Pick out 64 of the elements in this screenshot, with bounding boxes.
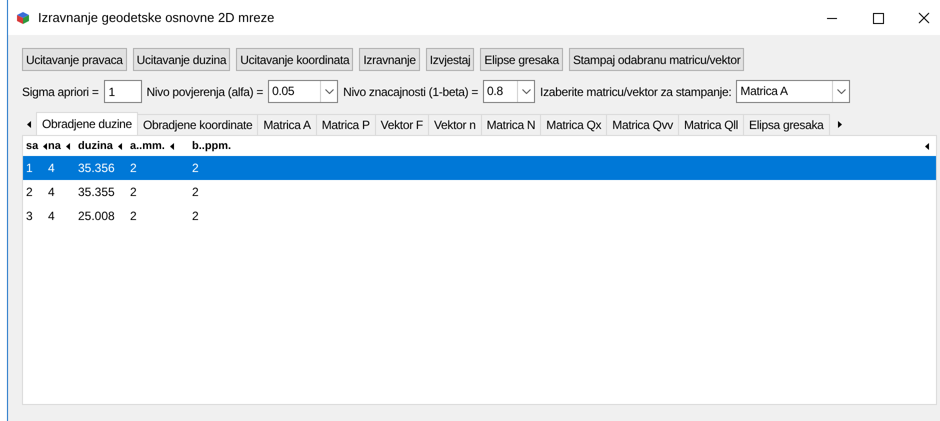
chevron-down-icon [836, 89, 846, 94]
table-cell-text: 4 [47, 160, 56, 177]
tab[interactable]: Obradjene koordinate [138, 114, 258, 135]
column-sort-icon[interactable] [170, 142, 174, 150]
table-cell-text: 4 [47, 208, 56, 225]
toolbar-button[interactable]: Ucitavanje pravaca [22, 48, 127, 71]
dropdown[interactable]: Matrica A [736, 80, 850, 103]
table-cell-text: 2 [191, 184, 200, 201]
dropdown-value: 0.8 [486, 83, 504, 100]
toolbar-button[interactable]: Elipse gresaka [480, 48, 563, 71]
tab[interactable]: Obradjene duzine [36, 112, 138, 135]
tab[interactable]: Matrica Qvv [607, 114, 679, 135]
tab[interactable]: Matrica Qll [678, 114, 744, 135]
app-icon [16, 10, 30, 24]
table-cell-text: 1 [25, 160, 34, 177]
tab[interactable]: Matrica A [258, 114, 317, 135]
dropdown-value: 0.05 [271, 83, 296, 100]
parameter-label: Izaberite matricu/vektor za stampanje: [540, 84, 732, 100]
table-row[interactable]: 3 4 25.008 2 2 [23, 204, 936, 228]
column-header[interactable]: a..mm. [130, 138, 165, 154]
table-cell-text: 2 [129, 208, 138, 225]
column-scroll-icon[interactable] [925, 142, 929, 150]
parameter-label: Nivo znacajnosti (1-beta) = [343, 84, 478, 100]
table-row[interactable]: 1 4 35.356 2 2 [23, 156, 936, 180]
tab[interactable]: Vektor n [428, 114, 482, 135]
table-cell-text: 3 [25, 208, 34, 225]
table-cell-text: 4 [47, 184, 56, 201]
scroll-right-icon[interactable] [838, 121, 842, 128]
column-header[interactable]: b..ppm. [192, 138, 232, 154]
column-sort-icon[interactable] [118, 142, 122, 150]
column-sort-icon[interactable] [66, 142, 70, 150]
dropdown[interactable]: 0.8 [483, 80, 536, 103]
tab[interactable]: Matrica P [316, 114, 376, 135]
column-header[interactable]: duzina [78, 138, 113, 154]
dropdown-value: Matrica A [739, 83, 789, 100]
table-cell-text: 35.355 [77, 184, 116, 201]
toolbar-button[interactable]: Ucitavanje duzina [132, 48, 230, 71]
toolbar-button[interactable]: Izravnanje [359, 48, 420, 71]
table-cell-text: 2 [25, 184, 34, 201]
column-sort-icon[interactable] [43, 142, 48, 150]
parameter-label: Sigma apriori = [22, 84, 99, 100]
table-cell-text: 2 [191, 208, 200, 225]
toolbar-button[interactable]: Stampaj odabranu matricu/vektor [568, 48, 744, 71]
table-row[interactable]: 2 4 35.355 2 2 [23, 180, 936, 204]
tab[interactable]: Matrica Qx [541, 114, 608, 135]
chevron-down-icon [324, 89, 334, 94]
table-cell-text: 35.356 [77, 160, 116, 177]
column-header[interactable]: sa [26, 138, 38, 154]
chevron-down-icon [522, 89, 531, 94]
tab[interactable]: Vektor F [376, 114, 429, 135]
dropdown[interactable]: 0.05 [268, 80, 338, 103]
parameter-label: Nivo povjerenja (alfa) = [146, 84, 264, 100]
toolbar-button[interactable]: Izvjestaj [426, 48, 474, 71]
scroll-left-icon[interactable] [27, 121, 31, 128]
column-header[interactable]: na [48, 138, 61, 154]
table-cell-text: 2 [129, 184, 138, 201]
table-cell-text: 2 [129, 160, 138, 177]
sigma-field[interactable]: 1 [104, 80, 142, 103]
table-cell-text: 2 [191, 160, 200, 177]
window-title: Izravnanje geodetske osnovne 2D mreze [38, 8, 274, 27]
tab[interactable]: Elipsa gresaka [744, 114, 830, 135]
table-cell-text: 25.008 [77, 208, 116, 225]
tab[interactable]: Matrica N [482, 114, 542, 135]
toolbar-button[interactable]: Ucitavanje koordinata [236, 48, 354, 71]
